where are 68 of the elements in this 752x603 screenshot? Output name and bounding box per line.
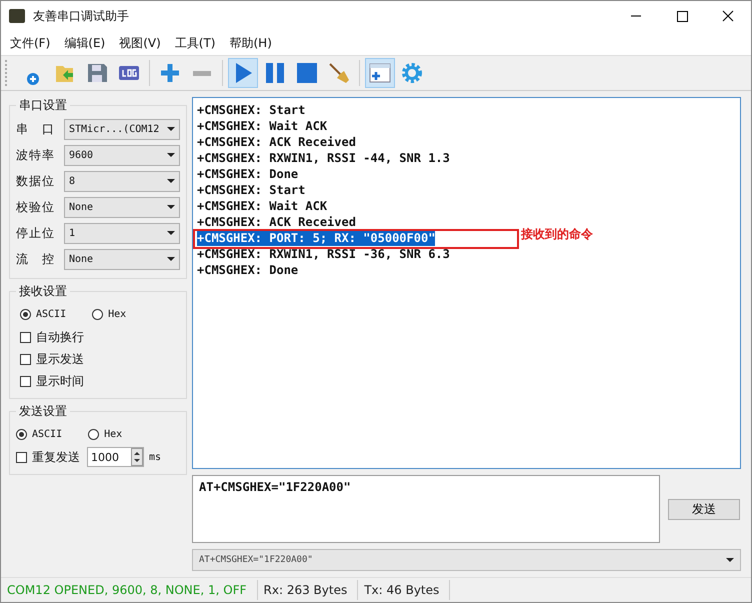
menu-item[interactable]: 工具(T) <box>168 34 222 52</box>
field-label: 校验位 <box>16 198 56 216</box>
field-label: 波特率 <box>16 146 56 164</box>
group-title: 接收设置 <box>18 283 68 300</box>
log-line: +CMSGHEX: ACK Received <box>197 214 356 230</box>
radio-button[interactable]: ASCII <box>20 308 66 320</box>
log-line: +CMSGHEX: Start <box>197 102 306 118</box>
receive-area[interactable] <box>192 97 741 469</box>
checkbox[interactable]: 显示发送 <box>16 348 180 370</box>
dropdown[interactable]: STMicr...(COM12 <box>64 118 180 140</box>
status-text: Rx: 263 Bytes <box>258 580 358 600</box>
log-line: +CMSGHEX: ACK Received <box>197 134 356 150</box>
menu-item[interactable]: 视图(V) <box>112 34 168 52</box>
caret-icon <box>167 205 175 209</box>
checkbox[interactable]: 显示时间 <box>16 370 180 392</box>
unit-label: ms <box>149 452 162 462</box>
field-label: 数据位 <box>16 172 56 190</box>
log-line: +CMSGHEX: Wait ACK <box>197 198 328 214</box>
spin-box[interactable]: 1000 <box>87 447 144 467</box>
dropdown[interactable]: None <box>64 196 180 218</box>
pause-icon <box>263 61 287 85</box>
status-text: COM12 OPENED, 9600, 8, NONE, 1, OFF <box>1 580 258 600</box>
caret-icon <box>167 127 175 131</box>
radio-button[interactable]: ASCII <box>16 428 62 440</box>
field-label: 停止位 <box>16 224 56 242</box>
menu-item[interactable]: 帮助(H) <box>222 34 279 52</box>
log-line: +CMSGHEX: RXWIN1, RSSI -44, SNR 1.3 <box>197 150 450 166</box>
radio-button[interactable]: Hex <box>88 428 122 440</box>
log-line: +CMSGHEX: Start <box>197 182 306 198</box>
field-label: 串 口 <box>16 120 56 138</box>
send-button[interactable]: 发送 <box>668 498 740 520</box>
window-icon <box>368 61 392 85</box>
dropdown[interactable]: None <box>64 248 180 270</box>
menu-item[interactable]: 文件(F) <box>3 34 58 52</box>
history-dropdown[interactable]: AT+CMSGHEX="1F220A00" <box>192 549 741 571</box>
checkbox[interactable]: 重复发送 <box>16 446 80 468</box>
spin-arrows-icon <box>131 448 143 466</box>
caret-icon <box>726 558 734 562</box>
status-text: Tx: 46 Bytes <box>358 580 450 600</box>
field-label: 流 控 <box>16 250 56 268</box>
stop-icon <box>295 61 319 85</box>
window-title: 友善串口调试助手 <box>33 8 130 24</box>
broom-icon <box>327 61 351 85</box>
group-title: 发送设置 <box>18 403 68 420</box>
toolbar-button[interactable] <box>228 58 258 88</box>
menu-item[interactable]: 编辑(E) <box>57 34 112 52</box>
checkbox[interactable]: 自动换行 <box>16 326 180 348</box>
minus-icon <box>193 70 211 76</box>
dropdown[interactable]: 1 <box>64 222 180 244</box>
caret-icon <box>167 153 175 157</box>
annotation-text: 接收到的命令 <box>521 226 593 243</box>
settings-icon <box>400 61 424 85</box>
radio-button[interactable]: Hex <box>92 308 126 320</box>
caret-icon <box>167 231 175 235</box>
group-title: 串口设置 <box>18 97 68 114</box>
plus-circle-icon <box>27 73 39 85</box>
send-input[interactable]: AT+CMSGHEX="1F220A00" <box>192 475 660 543</box>
log-line: +CMSGHEX: RXWIN1, RSSI -36, SNR 6.3 <box>197 246 450 262</box>
log-line: +CMSGHEX: Wait ACK <box>197 118 328 134</box>
log-line: +CMSGHEX: Done <box>197 262 298 278</box>
dropdown[interactable]: 8 <box>64 170 180 192</box>
caret-icon <box>167 179 175 183</box>
toolbar-button[interactable] <box>365 58 395 88</box>
log-line: +CMSGHEX: Done <box>197 166 298 182</box>
caret-icon <box>167 257 175 261</box>
app-icon <box>9 9 25 23</box>
dropdown[interactable]: 9600 <box>64 144 180 166</box>
plus-icon <box>158 61 182 85</box>
